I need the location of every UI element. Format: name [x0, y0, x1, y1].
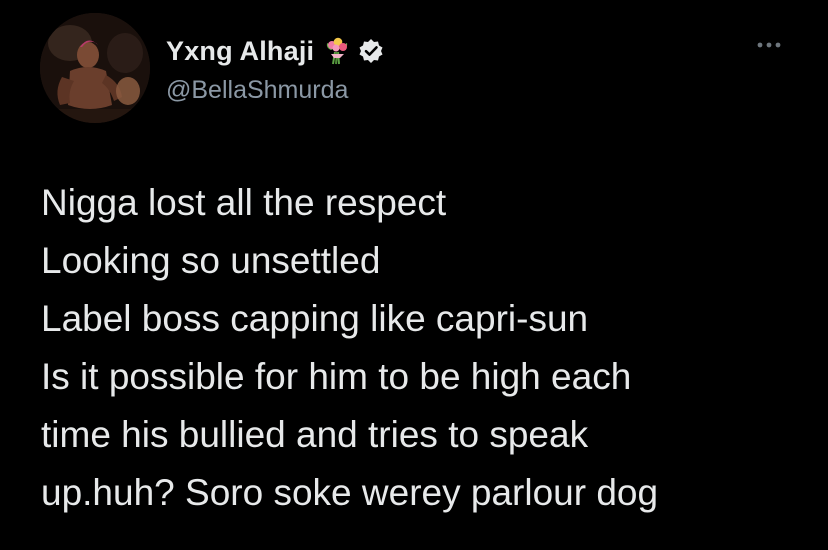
author-name-row[interactable]: Yxng Alhaji	[166, 34, 384, 68]
bouquet-icon	[322, 36, 352, 66]
tweet-line: up.huh? Soro soke werey parlour dog	[41, 472, 659, 513]
author-avatar[interactable]	[40, 13, 150, 123]
tweet-line: Nigga lost all the respect	[41, 182, 447, 223]
tweet-text: Nigga lost all the respect Looking so un…	[41, 174, 801, 522]
tweet-line: Label boss capping like capri-sun	[41, 298, 589, 339]
more-options-icon[interactable]	[752, 35, 786, 55]
tweet-line: Is it possible for him to be high each	[41, 356, 632, 397]
author-handle[interactable]: @BellaShmurda	[166, 76, 348, 105]
author-display-name[interactable]: Yxng Alhaji	[166, 36, 314, 67]
avatar-photo	[40, 13, 150, 123]
tweet-card: Yxng Alhaji @BellaShmurda Nigga lost all…	[0, 0, 828, 550]
verified-badge-icon	[358, 38, 384, 64]
tweet-line: Looking so unsettled	[41, 240, 381, 281]
tweet-line: time his bullied and tries to speak	[41, 414, 589, 455]
